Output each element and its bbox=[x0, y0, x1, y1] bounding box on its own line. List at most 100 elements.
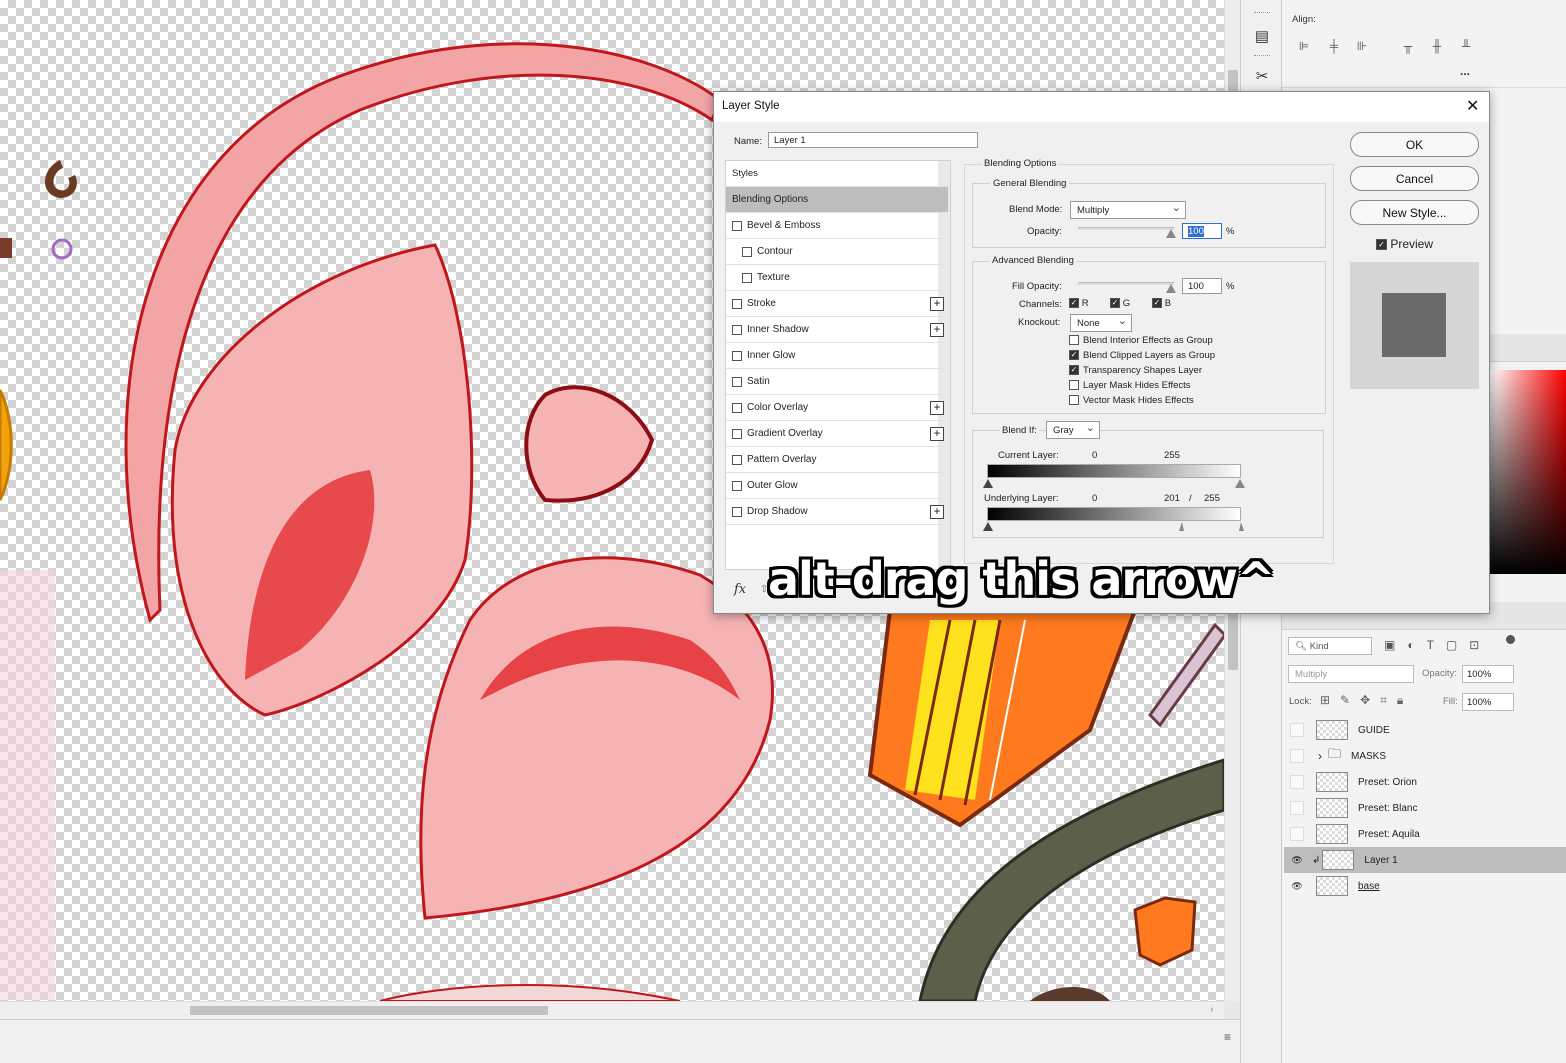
adv-option-transparency-shapes-layer[interactable]: ✓ Transparency Shapes Layer bbox=[1069, 365, 1202, 376]
current-layer-white-thumb[interactable] bbox=[1235, 479, 1245, 488]
style-checkbox[interactable] bbox=[732, 324, 742, 335]
layer-filter-kind[interactable]: 🔍︎ Kind bbox=[1288, 637, 1372, 655]
layer-row-masks[interactable]: › 🗀︎ MASKS bbox=[1284, 743, 1566, 769]
adv-option-layer-mask-hides-effects[interactable]: Layer Mask Hides Effects bbox=[1069, 380, 1191, 391]
layer-blend-mode-select[interactable]: Multiply bbox=[1288, 665, 1414, 683]
adv-option-checkbox[interactable] bbox=[1069, 380, 1079, 391]
layer-opacity-input[interactable]: 100% bbox=[1462, 665, 1514, 683]
align-right-icon[interactable]: ⊪ bbox=[1354, 38, 1370, 54]
style-checkbox[interactable] bbox=[742, 246, 752, 257]
visibility-eye-icon[interactable] bbox=[1290, 827, 1304, 841]
style-checkbox[interactable] bbox=[732, 350, 742, 361]
adv-option-checkbox[interactable] bbox=[1069, 395, 1079, 406]
visibility-eye-icon[interactable] bbox=[1290, 775, 1304, 789]
color-picker-field[interactable] bbox=[1490, 370, 1566, 574]
blend-if-select[interactable]: Gray bbox=[1046, 421, 1100, 439]
fill-opacity-input[interactable]: 100 bbox=[1182, 278, 1222, 294]
style-checkbox[interactable] bbox=[732, 220, 742, 231]
knockout-select[interactable]: None bbox=[1070, 314, 1132, 332]
fx-icon[interactable]: fx bbox=[734, 582, 746, 597]
expand-chevron-icon[interactable]: › bbox=[1318, 749, 1322, 763]
channel-r[interactable]: ✓ R bbox=[1069, 298, 1089, 309]
layer-name-input[interactable]: Layer 1 bbox=[768, 132, 978, 148]
layer-row-base[interactable]: 👁︎ base bbox=[1284, 873, 1566, 899]
adv-option-checkbox[interactable] bbox=[1069, 335, 1079, 346]
blend-mode-select[interactable]: Multiply bbox=[1070, 201, 1186, 219]
adv-option-checkbox[interactable]: ✓ bbox=[1069, 350, 1079, 361]
underlying-split-left-thumb[interactable] bbox=[1179, 522, 1184, 531]
align-left-icon[interactable]: ⊫ bbox=[1296, 38, 1312, 54]
adv-option-blend-clipped-layers-as-group[interactable]: ✓ Blend Clipped Layers as Group bbox=[1069, 350, 1215, 361]
add-style-icon[interactable]: + bbox=[930, 401, 944, 415]
style-item-satin[interactable]: Satin bbox=[726, 369, 948, 395]
style-checkbox[interactable] bbox=[732, 480, 742, 491]
layer-filter-icons[interactable]: ▣◐T▢⊡ bbox=[1384, 638, 1491, 652]
current-layer-black-thumb[interactable] bbox=[983, 479, 993, 488]
style-item-contour[interactable]: Contour bbox=[726, 239, 948, 265]
adv-option-checkbox[interactable]: ✓ bbox=[1069, 365, 1079, 376]
channel-g[interactable]: ✓ G bbox=[1110, 298, 1130, 309]
fill-opacity-slider[interactable] bbox=[1078, 282, 1174, 285]
filter-toggle-icon[interactable] bbox=[1506, 635, 1515, 644]
opacity-slider[interactable] bbox=[1078, 227, 1174, 230]
style-checkbox[interactable] bbox=[732, 506, 742, 517]
close-icon[interactable]: ✕ bbox=[1466, 96, 1479, 116]
add-style-icon[interactable]: + bbox=[930, 323, 944, 337]
style-item-inner-glow[interactable]: Inner Glow bbox=[726, 343, 948, 369]
layer-row-layer-1[interactable]: 👁︎ ↲ Layer 1 bbox=[1284, 847, 1566, 873]
visibility-eye-icon[interactable]: 👁︎ bbox=[1290, 879, 1304, 893]
align-bottom-icon[interactable]: ╨ bbox=[1458, 38, 1474, 54]
preview-checkbox[interactable]: ✓ Preview bbox=[1376, 237, 1433, 251]
visibility-eye-icon[interactable]: 👁︎ bbox=[1290, 853, 1304, 867]
style-item-texture[interactable]: Texture bbox=[726, 265, 948, 291]
layer-fill-input[interactable]: 100% bbox=[1462, 693, 1514, 711]
ok-button[interactable]: OK bbox=[1350, 132, 1479, 157]
align-hcenter-icon[interactable]: ╪ bbox=[1326, 38, 1342, 54]
adv-option-vector-mask-hides-effects[interactable]: Vector Mask Hides Effects bbox=[1069, 395, 1194, 406]
opacity-input[interactable]: 100 bbox=[1182, 223, 1222, 239]
style-item-stroke[interactable]: Stroke + bbox=[726, 291, 948, 317]
style-item-gradient-overlay[interactable]: Gradient Overlay + bbox=[726, 421, 948, 447]
notes-icon[interactable]: ▤ bbox=[1247, 22, 1277, 50]
style-item-drop-shadow[interactable]: Drop Shadow + bbox=[726, 499, 948, 525]
adv-option-blend-interior-effects-as-group[interactable]: Blend Interior Effects as Group bbox=[1069, 335, 1213, 346]
underlying-black-thumb[interactable] bbox=[983, 522, 993, 531]
tools-icon[interactable]: ✂ bbox=[1247, 62, 1277, 90]
align-vcenter-icon[interactable]: ╫ bbox=[1429, 38, 1445, 54]
layer-row-preset-blanc[interactable]: Preset: Blanc bbox=[1284, 795, 1566, 821]
style-checkbox[interactable] bbox=[732, 454, 742, 465]
horizontal-scroll-thumb[interactable] bbox=[190, 1006, 548, 1015]
style-item-color-overlay[interactable]: Color Overlay + bbox=[726, 395, 948, 421]
layer-row-guide[interactable]: GUIDE bbox=[1284, 717, 1566, 743]
align-top-icon[interactable]: ╥ bbox=[1400, 38, 1416, 54]
style-item-outer-glow[interactable]: Outer Glow bbox=[726, 473, 948, 499]
lock-icons[interactable]: ⊞✎✥⌗🔒︎ bbox=[1320, 693, 1413, 708]
add-style-icon[interactable]: + bbox=[930, 297, 944, 311]
style-checkbox[interactable] bbox=[732, 428, 742, 439]
style-checkbox[interactable] bbox=[732, 376, 742, 387]
styles-header[interactable]: Styles bbox=[726, 161, 948, 187]
add-style-icon[interactable]: + bbox=[930, 505, 944, 519]
layer-row-preset-orion[interactable]: Preset: Orion bbox=[1284, 769, 1566, 795]
channel-b[interactable]: ✓ B bbox=[1152, 298, 1171, 309]
more-options-button[interactable]: ... bbox=[1460, 64, 1470, 78]
style-item-bevel-emboss[interactable]: Bevel & Emboss bbox=[726, 213, 948, 239]
visibility-eye-icon[interactable] bbox=[1290, 749, 1304, 763]
add-style-icon[interactable]: + bbox=[930, 427, 944, 441]
style-checkbox[interactable] bbox=[742, 272, 752, 283]
visibility-eye-icon[interactable] bbox=[1290, 801, 1304, 815]
new-style-button[interactable]: New Style... bbox=[1350, 200, 1479, 225]
visibility-eye-icon[interactable] bbox=[1290, 723, 1304, 737]
fill-opacity-slider-thumb[interactable] bbox=[1166, 284, 1176, 293]
style-item-pattern-overlay[interactable]: Pattern Overlay bbox=[726, 447, 948, 473]
horizontal-scrollbar[interactable]: › bbox=[0, 1001, 1224, 1019]
cancel-button[interactable]: Cancel bbox=[1350, 166, 1479, 191]
style-item-blending-options[interactable]: Blending Options bbox=[726, 187, 948, 213]
layer-row-preset-aquila[interactable]: Preset: Aquila bbox=[1284, 821, 1566, 847]
style-checkbox[interactable] bbox=[732, 402, 742, 413]
style-checkbox[interactable] bbox=[732, 298, 742, 309]
style-item-inner-shadow[interactable]: Inner Shadow + bbox=[726, 317, 948, 343]
scroll-right-icon[interactable]: › bbox=[1210, 1004, 1213, 1015]
underlying-split-right-thumb[interactable] bbox=[1239, 522, 1244, 531]
opacity-slider-thumb[interactable] bbox=[1166, 229, 1176, 238]
